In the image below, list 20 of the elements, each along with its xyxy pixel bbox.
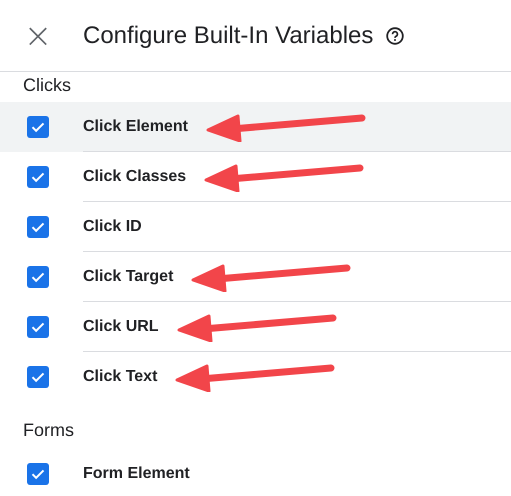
variable-label: Click Classes	[83, 168, 186, 186]
variable-label: Click URL	[83, 318, 159, 336]
section-heading: Clicks	[23, 75, 71, 95]
dialog-title: Configure Built-In Variables	[83, 22, 374, 50]
checkbox[interactable]	[27, 366, 49, 388]
section-heading: Forms	[23, 420, 74, 440]
checkbox[interactable]	[27, 166, 49, 188]
variable-label: Click ID	[83, 218, 142, 236]
variable-label: Click Target	[83, 268, 174, 286]
checkbox[interactable]	[27, 216, 49, 238]
highlighted-row[interactable]: Click Element	[0, 102, 511, 152]
close-button[interactable]: ×	[20, 18, 56, 54]
checkbox[interactable]	[27, 116, 49, 138]
help-icon[interactable]	[386, 26, 404, 44]
variable-label: Click Element	[83, 118, 188, 136]
checkbox[interactable]	[27, 316, 49, 338]
checkbox[interactable]	[27, 266, 49, 288]
variable-label: Click Text	[83, 368, 158, 386]
variable-label: Form Element	[83, 465, 190, 483]
checkbox[interactable]	[27, 463, 49, 485]
